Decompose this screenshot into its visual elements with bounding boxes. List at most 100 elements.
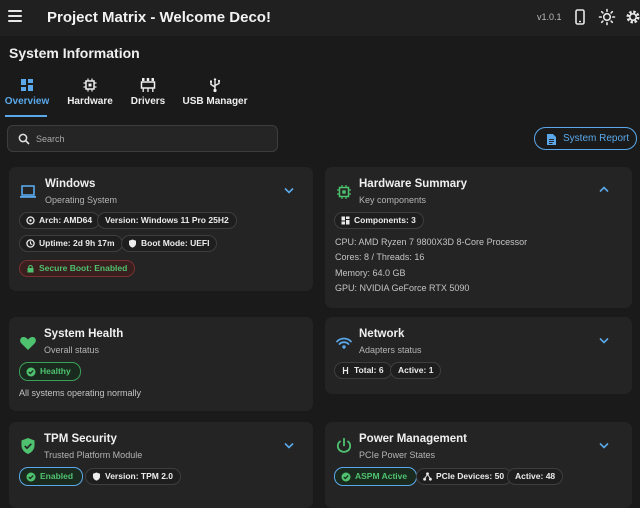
wifi-icon xyxy=(336,337,352,349)
gear-icon[interactable] xyxy=(624,8,640,26)
check-circle-icon xyxy=(341,472,351,482)
health-message: All systems operating normally xyxy=(19,388,142,398)
network-icon xyxy=(342,367,349,374)
tab-label: USB Manager xyxy=(182,96,248,107)
search-input[interactable] xyxy=(36,126,272,151)
hierarchy-icon xyxy=(423,472,432,481)
chip-label: Version: TPM 2.0 xyxy=(105,471,174,481)
app-title: Project Matrix - Welcome Deco! xyxy=(47,9,271,26)
card-subtitle: Overall status xyxy=(44,345,100,355)
tab-hardware[interactable]: Hardware xyxy=(64,77,116,119)
chip-label: Healthy xyxy=(40,366,71,376)
shield-icon xyxy=(93,472,100,481)
card-title: Power Management xyxy=(359,433,467,445)
driver-icon xyxy=(140,78,156,92)
secure-boot-chip: Secure Boot: Enabled xyxy=(19,260,136,277)
tab-drivers[interactable]: Drivers xyxy=(130,77,166,119)
chip-label: Version: Windows 11 Pro 25H2 xyxy=(105,215,229,225)
boot-mode-chip: Boot Mode: UEFI xyxy=(121,235,218,252)
aspm-chip: ASPM Active xyxy=(334,467,418,486)
chip-label: Secure Boot: Enabled xyxy=(39,263,128,273)
system-report-label: System Report xyxy=(563,133,630,144)
system-report-button[interactable]: System Report xyxy=(534,127,637,150)
card-title: Network xyxy=(359,328,405,340)
grid-icon xyxy=(341,216,350,225)
cpu-line: CPU: AMD Ryzen 7 9800X3D 8-Core Processo… xyxy=(335,237,528,247)
chevron-down-icon[interactable] xyxy=(599,337,609,344)
clock-icon xyxy=(26,239,35,248)
pcie-devices-chip: PCIe Devices: 50 xyxy=(416,468,513,485)
menu-icon[interactable] xyxy=(8,10,22,22)
chevron-down-icon[interactable] xyxy=(284,187,294,194)
card-subtitle: Adapters status xyxy=(359,345,422,355)
heart-icon xyxy=(20,337,36,350)
chip-label: Uptime: 2d 9h 17m xyxy=(39,238,115,248)
pcie-active-chip: Active: 48 xyxy=(507,468,564,485)
version-label: v1.0.1 xyxy=(537,12,562,22)
card-title: System Health xyxy=(44,328,124,340)
chip-label: Arch: AMD64 xyxy=(39,215,93,225)
shield-check-icon xyxy=(21,438,35,454)
tab-label: Drivers xyxy=(130,96,166,107)
card-subtitle: Operating System xyxy=(45,195,118,205)
network-total-chip: Total: 6 xyxy=(334,362,392,379)
network-active-chip: Active: 1 xyxy=(390,362,442,379)
chevron-down-icon[interactable] xyxy=(284,442,294,449)
active-tab-indicator xyxy=(5,115,47,117)
chip-icon xyxy=(337,185,351,199)
memory-line: Memory: 64.0 GB xyxy=(335,268,406,278)
card-subtitle: PCIe Power States xyxy=(359,450,436,460)
laptop-icon xyxy=(20,185,36,198)
card-title: Hardware Summary xyxy=(359,178,468,190)
chevron-up-icon[interactable] xyxy=(599,186,609,193)
health-status-chip: Healthy xyxy=(19,362,81,381)
page-title: System Information xyxy=(9,45,140,61)
tpm-security-card: TPM Security Trusted Platform Module Ena… xyxy=(9,422,313,508)
gpu-line: GPU: NVIDIA GeForce RTX 5090 xyxy=(335,283,470,293)
grid-icon xyxy=(21,79,33,91)
card-title: TPM Security xyxy=(44,433,117,445)
tab-label: Hardware xyxy=(67,96,113,107)
arch-chip: Arch: AMD64 xyxy=(19,212,101,229)
chip-label: Boot Mode: UEFI xyxy=(141,238,210,248)
hardware-summary-card: Hardware Summary Key components Componen… xyxy=(325,167,632,308)
power-management-card: Power Management PCIe Power States ASPM … xyxy=(325,422,632,508)
chip-icon xyxy=(83,78,97,92)
version-chip: Version: Windows 11 Pro 25H2 xyxy=(97,212,237,229)
network-card: Network Adapters status Total: 6 Active:… xyxy=(325,317,632,394)
cpu-icon xyxy=(26,216,35,225)
top-bar: Project Matrix - Welcome Deco! v1.0.1 xyxy=(0,0,640,36)
power-icon xyxy=(336,437,352,453)
lock-icon xyxy=(27,265,34,273)
check-circle-icon xyxy=(26,367,36,377)
chip-label: Total: 6 xyxy=(354,365,384,375)
tpm-version-chip: Version: TPM 2.0 xyxy=(85,468,182,485)
shield-icon xyxy=(129,239,136,248)
chip-label: Active: 1 xyxy=(398,365,434,375)
cores-line: Cores: 8 / Threads: 16 xyxy=(335,252,425,262)
brightness-icon[interactable] xyxy=(598,8,616,26)
chip-label: Active: 48 xyxy=(515,471,556,481)
tab-usb-manager[interactable]: USB Manager xyxy=(182,77,248,119)
uptime-chip: Uptime: 2d 9h 17m xyxy=(19,235,123,252)
usb-icon xyxy=(210,77,221,93)
search-box[interactable] xyxy=(7,125,278,152)
tab-label: Overview xyxy=(4,96,50,107)
card-subtitle: Key components xyxy=(359,195,427,205)
card-title: Windows xyxy=(45,178,96,190)
card-subtitle: Trusted Platform Module xyxy=(44,450,143,460)
windows-card: Windows Operating System Arch: AMD64 Ver… xyxy=(9,167,313,291)
mobile-icon[interactable] xyxy=(571,8,589,26)
system-health-card: System Health Overall status Healthy All… xyxy=(9,317,313,411)
chevron-down-icon[interactable] xyxy=(599,442,609,449)
chip-label: PCIe Devices: 50 xyxy=(436,471,505,481)
chip-label: Enabled xyxy=(40,471,74,481)
check-circle-icon xyxy=(26,472,36,482)
components-chip: Components: 3 xyxy=(334,212,424,229)
search-icon xyxy=(18,133,30,145)
chip-label: Components: 3 xyxy=(354,215,416,225)
document-icon xyxy=(547,134,556,145)
tab-overview[interactable]: Overview xyxy=(4,77,50,119)
chip-label: ASPM Active xyxy=(355,471,408,481)
tpm-enabled-chip: Enabled xyxy=(19,467,84,486)
